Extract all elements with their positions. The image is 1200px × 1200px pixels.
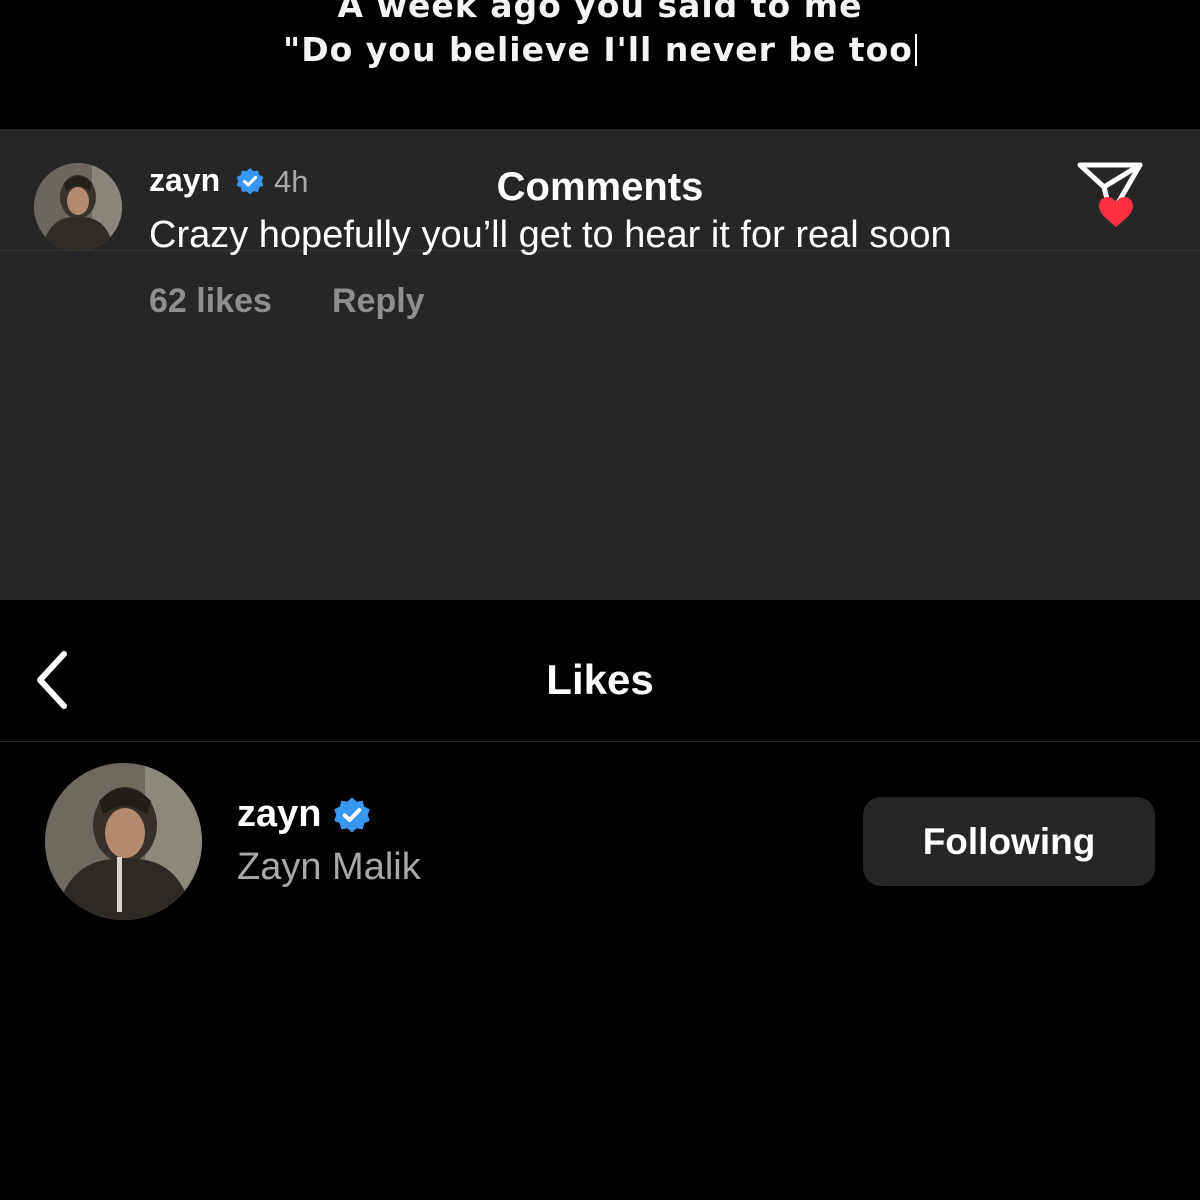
lyrics-overlay: A week ago you said to me "Do you believ… xyxy=(0,0,1200,129)
heart-icon[interactable] xyxy=(1098,196,1134,228)
likes-title: Likes xyxy=(546,656,654,703)
comment-username[interactable]: zayn xyxy=(149,162,220,199)
comment-avatar[interactable] xyxy=(34,163,122,251)
verified-badge-icon xyxy=(235,167,265,197)
comment-text: Crazy hopefully you’ll get to hear it fo… xyxy=(149,214,952,256)
following-button[interactable]: Following xyxy=(863,797,1155,886)
comment-likes-link[interactable]: 62 likes xyxy=(149,282,272,321)
liker-username[interactable]: zayn xyxy=(237,793,321,836)
likes-header: Likes xyxy=(0,600,1200,742)
liker-full-name: Zayn Malik xyxy=(237,846,421,888)
comments-panel: Comments xyxy=(0,129,1200,600)
comment-reply-button[interactable]: Reply xyxy=(332,282,425,321)
screen: A week ago you said to me "Do you believ… xyxy=(0,0,1200,1200)
text-cursor xyxy=(914,34,917,66)
lyric-line-2-text: "Do you believe I'll never be too xyxy=(283,30,913,69)
lyric-line-1: A week ago you said to me xyxy=(337,0,863,25)
lyric-line-2: "Do you believe I'll never be too xyxy=(0,30,1200,69)
comment-timestamp: 4h xyxy=(274,164,309,199)
liker-avatar[interactable] xyxy=(45,763,202,920)
verified-badge-icon xyxy=(332,796,372,836)
